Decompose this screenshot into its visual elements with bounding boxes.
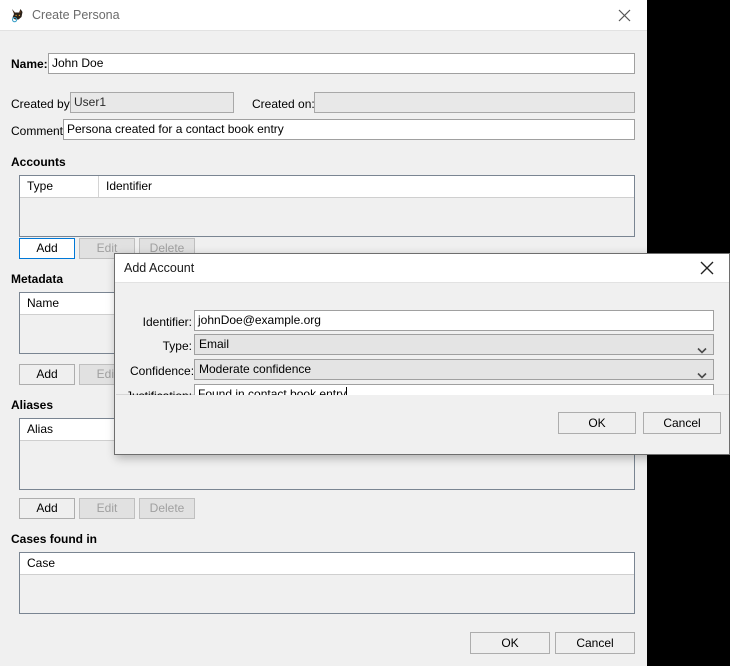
aliases-add-button[interactable]: Add: [19, 498, 75, 519]
accounts-table[interactable]: Type Identifier: [19, 175, 635, 237]
chevron-down-icon: [697, 341, 707, 348]
type-label: Type:: [130, 338, 192, 354]
close-icon[interactable]: [684, 254, 729, 282]
accounts-table-header: Type Identifier: [20, 176, 634, 198]
cases-table-header: Case: [20, 553, 634, 575]
accounts-add-button[interactable]: Add: [19, 238, 75, 259]
column-separator[interactable]: [98, 176, 99, 197]
add-account-dialog: Add Account Identifier: johnDoe@example.…: [114, 253, 730, 455]
dialog-ok-button[interactable]: OK: [558, 412, 636, 434]
dialog-footer: OK Cancel: [116, 395, 729, 454]
name-label: Name:: [11, 56, 48, 72]
type-select[interactable]: Email: [194, 334, 714, 355]
confidence-selected-value: Moderate confidence: [199, 362, 311, 376]
dialog-title: Add Account: [124, 261, 194, 275]
created-by-label: Created by:: [11, 96, 73, 112]
window-title-bar: Create Persona: [0, 0, 647, 31]
dialog-body: Identifier: johnDoe@example.org Type: Em…: [116, 284, 729, 395]
window-ok-button[interactable]: OK: [470, 632, 550, 654]
type-selected-value: Email: [199, 337, 229, 351]
aliases-edit-button: Edit: [79, 498, 135, 519]
dialog-cancel-button[interactable]: Cancel: [643, 412, 721, 434]
fox-head-icon: [9, 7, 26, 24]
metadata-column-name: Name: [27, 296, 59, 310]
comment-label: Comment:: [11, 123, 66, 139]
created-on-input: [314, 92, 635, 113]
name-input[interactable]: John Doe: [48, 53, 635, 74]
cases-table[interactable]: Case: [19, 552, 635, 614]
identifier-input[interactable]: johnDoe@example.org: [194, 310, 714, 331]
identifier-label: Identifier:: [130, 314, 192, 330]
cases-section-title: Cases found in: [11, 532, 97, 546]
created-by-input: User1: [70, 92, 234, 113]
metadata-section-title: Metadata: [11, 272, 63, 286]
confidence-select[interactable]: Moderate confidence: [194, 359, 714, 380]
dialog-title-bar: Add Account: [115, 254, 729, 283]
cases-table-body: [20, 575, 634, 614]
comment-input[interactable]: Persona created for a contact book entry: [63, 119, 635, 140]
aliases-column-alias: Alias: [27, 422, 53, 436]
aliases-section-title: Aliases: [11, 398, 53, 412]
accounts-column-identifier: Identifier: [106, 179, 152, 193]
accounts-table-body: [20, 198, 634, 237]
accounts-section-title: Accounts: [11, 155, 66, 169]
window-title: Create Persona: [32, 8, 120, 22]
accounts-column-type: Type: [27, 179, 53, 193]
window-cancel-button[interactable]: Cancel: [555, 632, 635, 654]
aliases-delete-button: Delete: [139, 498, 195, 519]
created-on-label: Created on:: [252, 96, 315, 112]
metadata-add-button[interactable]: Add: [19, 364, 75, 385]
confidence-label: Confidence:: [130, 363, 192, 379]
chevron-down-icon: [697, 366, 707, 373]
cases-column-case: Case: [27, 556, 55, 570]
close-icon[interactable]: [601, 0, 647, 30]
